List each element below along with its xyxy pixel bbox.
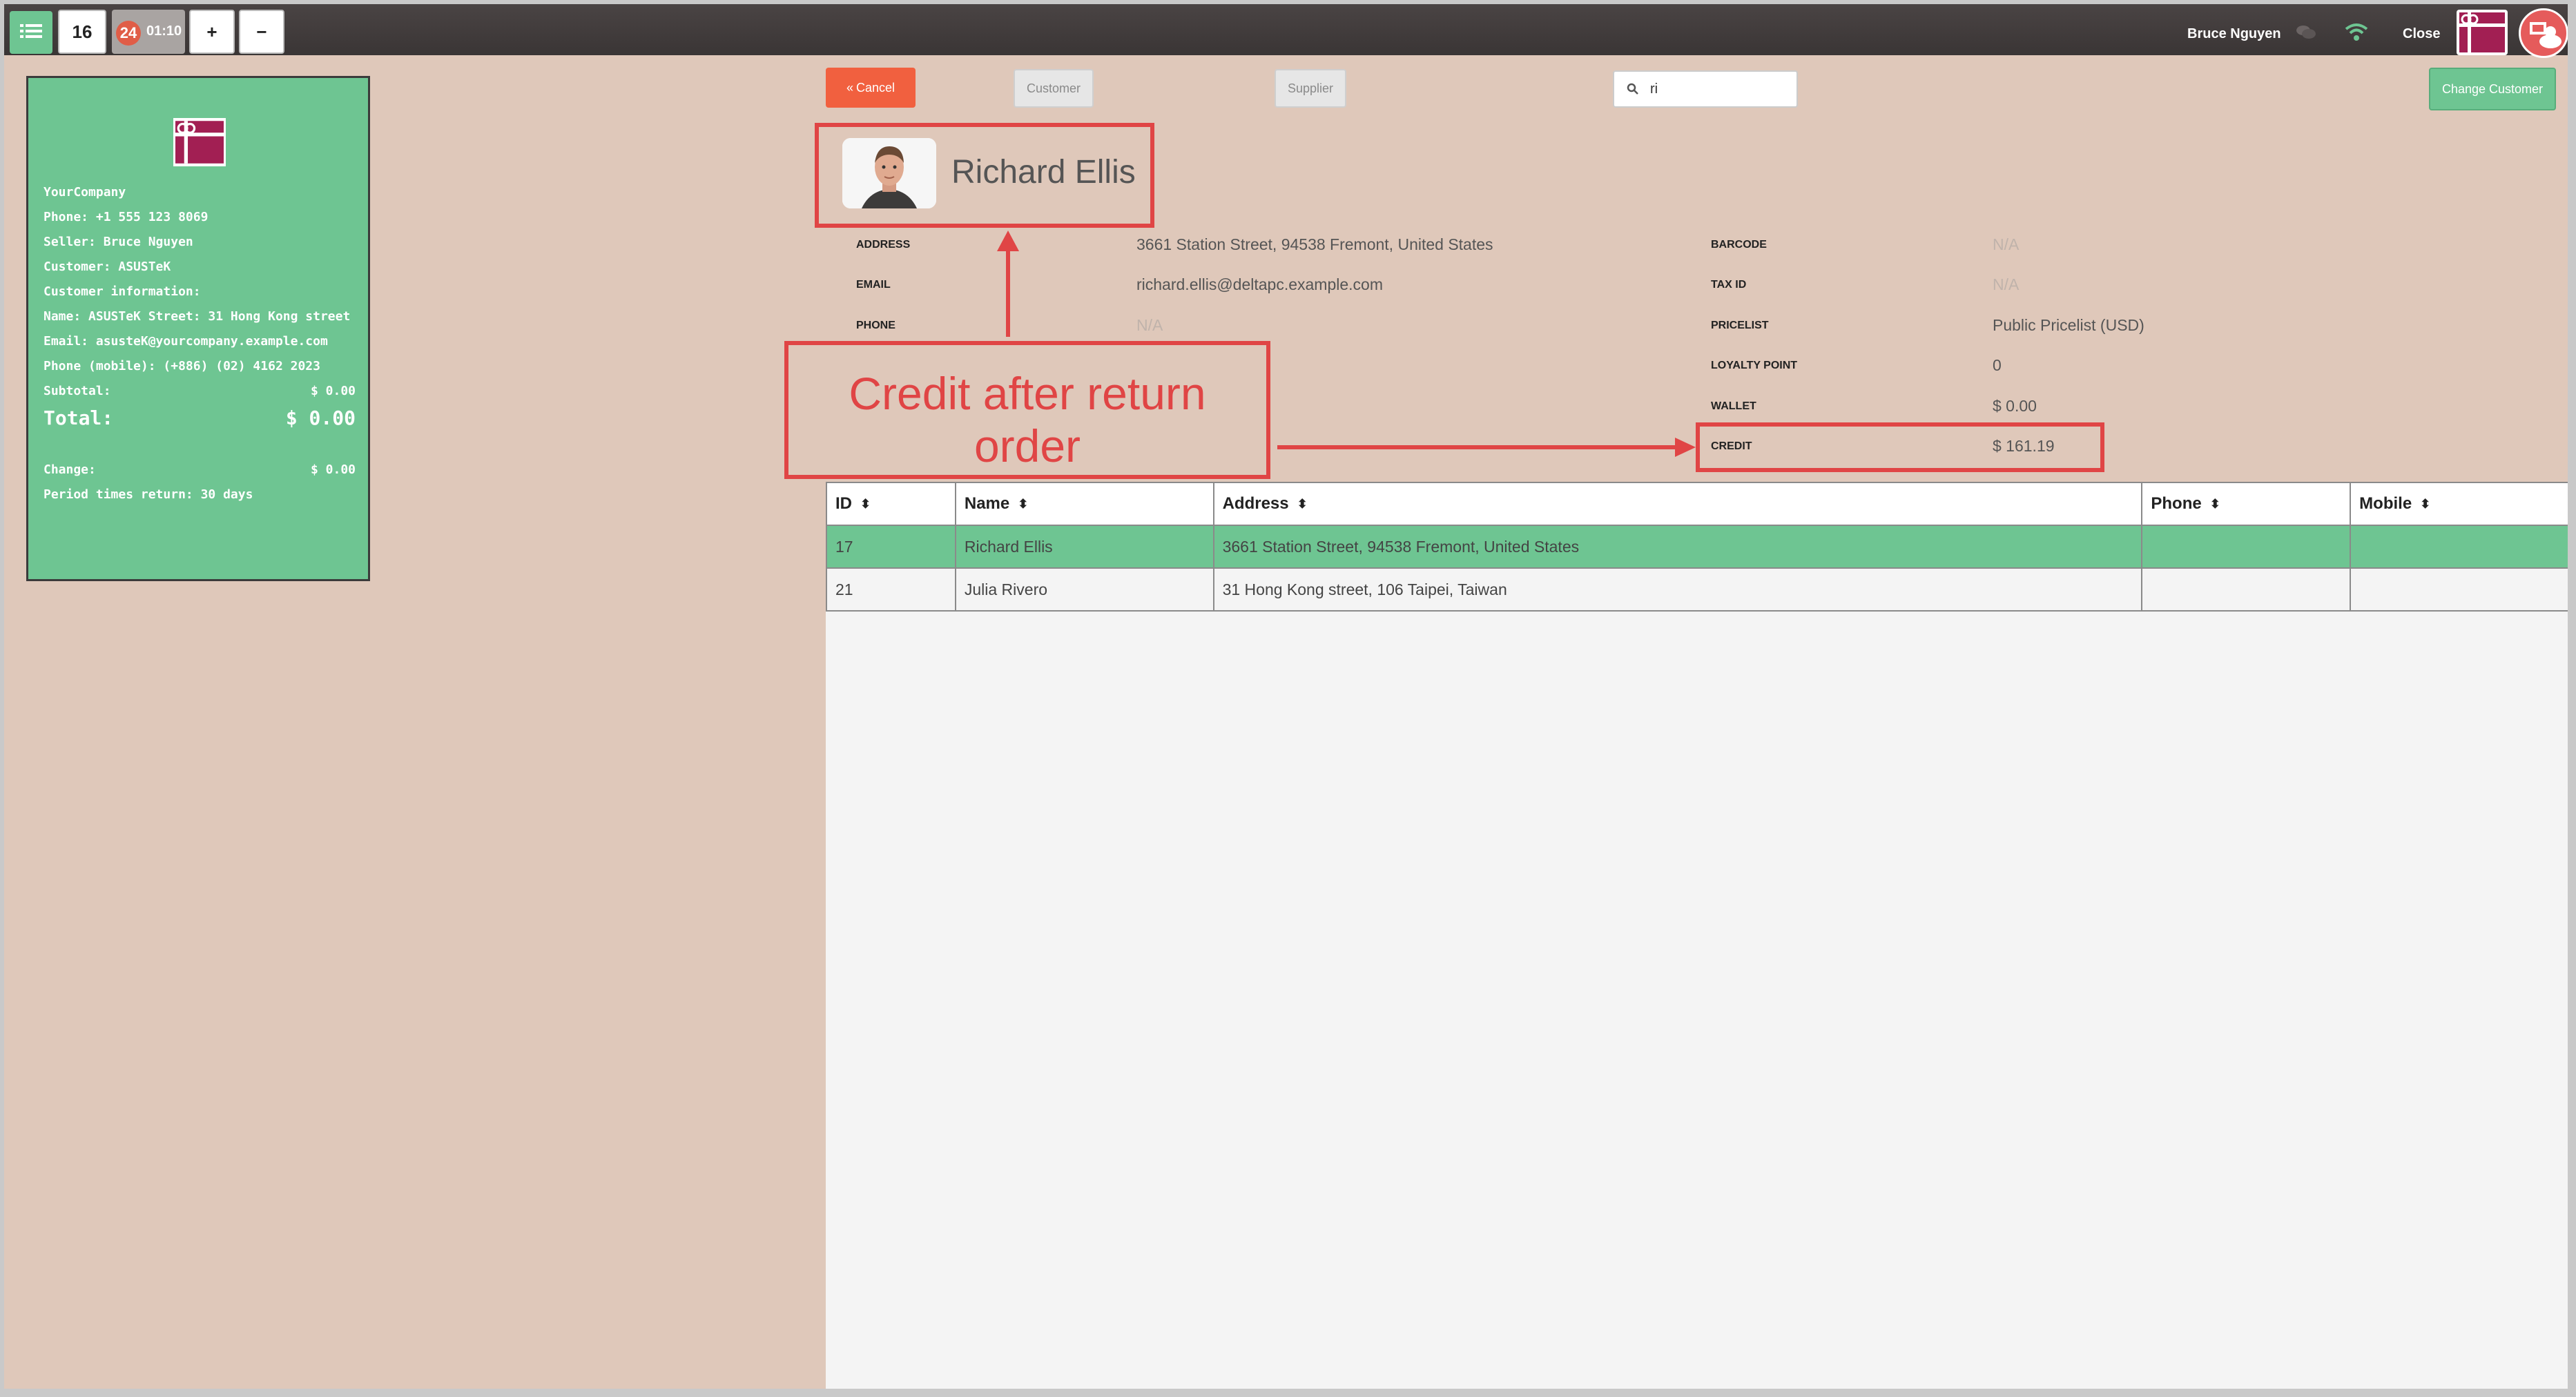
receipt-customer: Customer: ASUSTeK: [43, 260, 171, 274]
cell-name: Julia Rivero: [954, 567, 1214, 612]
change-customer-button[interactable]: Change Customer: [2429, 68, 2556, 110]
receipt-subtotal-value: $ 0.00: [310, 384, 356, 398]
wifi-icon: [2345, 23, 2368, 41]
annotation-line-2: order: [974, 420, 1081, 471]
barcode-value: N/A: [1993, 235, 2020, 253]
receipt-email: Email: asusteK@yourcompany.example.com: [43, 334, 328, 349]
receipt-company: YourCompany: [43, 185, 126, 199]
receipt-phone-mobile: Phone (mobile): (+886) (02) 4162 2023: [43, 359, 320, 373]
column-header-phone[interactable]: Phone ⬍: [2141, 482, 2352, 526]
annotation-box-credit: [1696, 422, 2104, 472]
column-header-mobile[interactable]: Mobile ⬍: [2350, 482, 2570, 526]
annotation-line-1: Credit after return: [849, 368, 1206, 419]
pricelist-value: Public Pricelist (USD): [1993, 316, 2144, 334]
loyalty-point-value: 0: [1993, 356, 2002, 374]
cell-mobile: [2350, 525, 2570, 569]
remove-order-button[interactable]: −: [239, 10, 284, 54]
table-row[interactable]: 17 Richard Ellis 3661 Station Street, 94…: [826, 525, 2570, 569]
loyalty-point-label: LOYALTY POINT: [1711, 360, 1798, 371]
receipt-change-row: Change: $ 0.00: [43, 458, 356, 482]
cell-phone: [2141, 525, 2352, 569]
order-time: 01:10: [146, 23, 182, 39]
column-header-id[interactable]: ID ⬍: [826, 482, 956, 526]
customer-table: ID ⬍ Name ⬍ Address ⬍ Phone ⬍ Mobile ⬍ 17 Ric…: [826, 482, 2570, 612]
receipt-change-value: $ 0.00: [310, 462, 356, 477]
add-order-button[interactable]: +: [189, 10, 235, 54]
search-input[interactable]: [1650, 81, 1788, 97]
receipt-total-row: Total: $ 0.00: [43, 404, 356, 433]
sort-icon: ⬍: [1297, 497, 1308, 511]
sort-icon: ⬍: [1018, 497, 1029, 511]
order-number-tab[interactable]: 16: [58, 10, 106, 54]
email-label: EMAIL: [856, 279, 891, 291]
user-avatar[interactable]: [2519, 8, 2568, 58]
sort-icon: ⬍: [2420, 497, 2431, 511]
table-row[interactable]: 21 Julia Rivero 31 Hong Kong street, 106…: [826, 567, 2570, 612]
arrow-up-head: [997, 231, 1019, 251]
phone-value: N/A: [1136, 316, 1163, 334]
wallet-value: $ 0.00: [1993, 397, 2037, 415]
email-value: richard.ellis@deltapc.example.com: [1136, 275, 1383, 293]
cancel-label: Cancel: [855, 80, 895, 95]
cell-address: 31 Hong Kong street, 106 Taipei, Taiwan: [1212, 567, 2143, 612]
order-badge: 24: [116, 21, 141, 46]
gift-card-icon: [175, 121, 224, 164]
cell-address: 3661 Station Street, 94538 Fremont, Unit…: [1212, 525, 2143, 569]
receipt-name-street: Name: ASUSTeK Street: 31 Hong Kong stree…: [43, 309, 351, 324]
column-header-name[interactable]: Name ⬍: [954, 482, 1214, 526]
receipt-period: Period times return: 30 days: [43, 487, 253, 502]
receipt-logo: [173, 118, 226, 166]
cell-id: 21: [826, 567, 956, 612]
barcode-label: BARCODE: [1711, 239, 1767, 251]
arrow-right-head: [1675, 438, 1696, 457]
annotation-box-name: [815, 123, 1154, 228]
receipt-change-label: Change:: [43, 462, 96, 477]
sort-icon: ⬍: [2209, 497, 2220, 511]
receipt-phone: Phone: +1 555 123 8069: [43, 210, 209, 224]
column-header-address[interactable]: Address ⬍: [1212, 482, 2143, 526]
phone-label: PHONE: [856, 320, 895, 331]
customer-list-panel: [826, 609, 2568, 1389]
customer-filter-button[interactable]: Customer: [1014, 69, 1094, 108]
receipt-total-label: Total:: [43, 407, 114, 429]
tax-id-label: TAX ID: [1711, 279, 1747, 291]
list-icon: [20, 24, 42, 38]
cancel-button[interactable]: « Cancel: [826, 68, 916, 108]
wallet-label: WALLET: [1711, 400, 1756, 412]
receipt-customer-info: Customer information:: [43, 284, 201, 299]
receipt-seller: Seller: Bruce Nguyen: [43, 235, 193, 249]
gift-card-icon: [2459, 12, 2505, 52]
cell-mobile: [2350, 567, 2570, 612]
avatar-icon: [2530, 22, 2562, 48]
double-chevron-left-icon: «: [846, 80, 853, 95]
search-field[interactable]: [1613, 70, 1798, 108]
address-value: 3661 Station Street, 94538 Fremont, Unit…: [1136, 235, 1493, 253]
receipt-total-value: $ 0.00: [285, 407, 356, 429]
cell-phone: [2141, 567, 2352, 612]
user-name: Bruce Nguyen: [2187, 26, 2281, 41]
receipt-subtotal-row: Subtotal: $ 0.00: [43, 379, 356, 404]
receipt-preview: YourCompany Phone: +1 555 123 8069 Selle…: [26, 76, 370, 581]
tax-id-value: N/A: [1993, 275, 2020, 293]
company-logo: [2457, 10, 2508, 55]
cell-id: 17: [826, 525, 956, 569]
top-bar: 16 24 01:10 + − Bruce Nguyen Close: [4, 4, 2568, 58]
supplier-filter-button[interactable]: Supplier: [1275, 69, 1346, 108]
chat-icon[interactable]: [2296, 25, 2316, 40]
annotation-text: Credit after return order: [787, 367, 1268, 472]
address-label: ADDRESS: [856, 239, 911, 251]
search-icon: [1627, 83, 1638, 95]
pricelist-label: PRICELIST: [1711, 320, 1769, 331]
sort-icon: ⬍: [860, 497, 871, 511]
table-header-row: ID ⬍ Name ⬍ Address ⬍ Phone ⬍ Mobile ⬍: [826, 482, 2570, 526]
cell-name: Richard Ellis: [954, 525, 1214, 569]
menu-button[interactable]: [10, 11, 52, 54]
close-button[interactable]: Close: [2403, 26, 2440, 42]
current-order-tab[interactable]: 24 01:10: [112, 10, 185, 54]
receipt-subtotal-label: Subtotal:: [43, 384, 111, 398]
